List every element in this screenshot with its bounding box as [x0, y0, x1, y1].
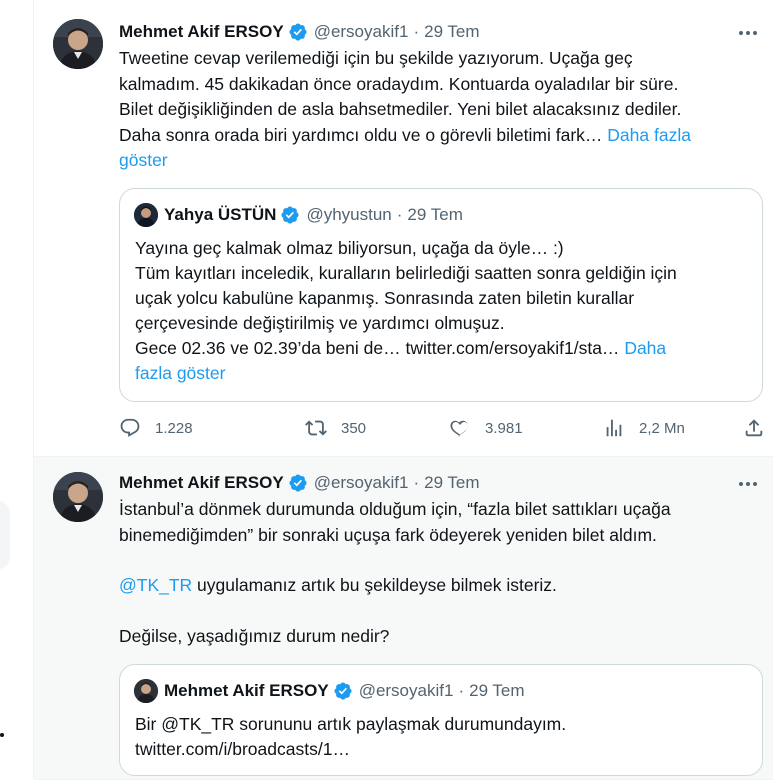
views-button[interactable]: 2,2 Mn: [603, 413, 685, 443]
like-button[interactable]: 3.981: [449, 413, 523, 443]
author-name: Mehmet Akif ERSOY: [164, 681, 329, 700]
text-line: çerçevesinde değiştirilmiş ve yardımcı o…: [135, 313, 505, 333]
verified-badge-icon: [289, 474, 307, 492]
avatar[interactable]: [53, 19, 103, 69]
text-line: Gece 02.36 ve 02.39’da beni de… twitter.…: [135, 336, 750, 361]
reply-icon: [120, 418, 140, 437]
text-fragment: Daha sonra orada biri yardımcı oldu ve o…: [119, 124, 603, 145]
tweet-text: İstanbul’a dönmek durumunda olduğum için…: [119, 497, 749, 649]
reply-button[interactable]: 1.228: [119, 413, 193, 443]
tweet-date[interactable]: 29 Tem: [424, 22, 479, 42]
tweet-header: Mehmet Akif ERSOY @ersoyakif1 · 29 Tem: [119, 20, 480, 44]
text-line: twitter.com/i/broadcasts/1…: [135, 739, 350, 759]
author-handle[interactable]: @ersoyakif1: [314, 22, 409, 42]
verified-badge-icon: [281, 206, 299, 224]
separator: ·: [396, 205, 403, 224]
tweet[interactable]: Mehmet Akif ERSOY @ersoyakif1 · 29 Tem İ…: [34, 457, 773, 780]
avatar: [134, 679, 158, 703]
text-line: İstanbul’a dönmek durumunda olduğum için…: [119, 499, 671, 519]
quoted-tweet-text: Yayına geç kalmak olmaz biliyorsun, uçağ…: [135, 236, 750, 386]
text-line: Yayına geç kalmak olmaz biliyorsun, uçağ…: [135, 238, 564, 258]
tweet-header: Mehmet Akif ERSOY @ersoyakif1 · 29 Tem: [119, 471, 480, 495]
separator: ·: [413, 22, 420, 41]
text-line: Tweetine cevap verilemediği için bu şeki…: [119, 48, 633, 68]
timeline-column: Mehmet Akif ERSOY @ersoyakif1 · 29 Tem T…: [33, 0, 773, 780]
text-line: binemediğimden” bir sonraki uçuşa fark ö…: [119, 524, 657, 545]
text-line: Değilse, yaşadığımız durum nedir?: [119, 625, 390, 646]
text-line: Tüm kayıtları inceledik, kuralların beli…: [135, 263, 677, 283]
avatar[interactable]: [53, 472, 103, 522]
quoted-tweet-header: Yahya ÜSTÜN @yhyustun · 29 Tem: [134, 203, 463, 227]
text-line: kalmadım. 45 dakikadan önce oradaydım. K…: [119, 73, 679, 94]
author-name[interactable]: Mehmet Akif ERSOY: [119, 473, 284, 493]
separator: ·: [413, 473, 420, 492]
tweet-date: 29 Tem: [469, 681, 525, 700]
more-icon[interactable]: [736, 472, 760, 496]
quoted-tweet-text: Bir @TK_TR sorununu artık paylaşmak duru…: [135, 712, 750, 762]
author-name[interactable]: Mehmet Akif ERSOY: [119, 22, 284, 42]
retweet-icon: [305, 420, 327, 436]
text-line: uçak yolcu kabulüne kapanmış. Sonrasında…: [135, 288, 635, 308]
left-sidebar-edge: [0, 0, 33, 779]
author-name: Yahya ÜSTÜN: [164, 205, 277, 224]
text-line: Bir @TK_TR sorununu artık paylaşmak duru…: [135, 714, 567, 734]
show-more-link[interactable]: Daha fazla: [607, 125, 691, 145]
retweet-count: 350: [341, 419, 367, 437]
reply-count: 1.228: [155, 419, 193, 437]
text-fragment: uygulamanız artık bu şekildeyse bilmek i…: [192, 575, 557, 595]
show-more-link[interactable]: Daha: [624, 338, 666, 358]
text-fragment: Gece 02.36 ve 02.39’da beni de… twitter.…: [135, 338, 620, 358]
quoted-tweet[interactable]: Mehmet Akif ERSOY @ersoyakif1 · 29 Tem B…: [119, 664, 763, 776]
more-icon[interactable]: [736, 21, 760, 45]
tweet[interactable]: Mehmet Akif ERSOY @ersoyakif1 · 29 Tem T…: [34, 0, 773, 457]
quoted-tweet-header: Mehmet Akif ERSOY @ersoyakif1 · 29 Tem: [134, 679, 525, 703]
show-more-link[interactable]: fazla göster: [135, 361, 750, 386]
tweet-text: Tweetine cevap verilemediği için bu şeki…: [119, 46, 749, 174]
verified-badge-icon: [334, 682, 352, 700]
text-line: Bilet değişikliğinden de asla bahsetmedi…: [119, 99, 682, 119]
views-count: 2,2 Mn: [639, 419, 685, 437]
author-handle[interactable]: @ersoyakif1: [314, 473, 409, 493]
tweet-date[interactable]: 29 Tem: [424, 473, 479, 493]
separator: ·: [458, 681, 465, 700]
action-bar: 1.228 350 3.981 2,2 Mn: [119, 413, 763, 443]
mention-link[interactable]: @TK_TR: [119, 575, 192, 595]
retweet-button[interactable]: 350: [305, 413, 366, 443]
like-icon: [450, 420, 468, 437]
text-line: Daha sonra orada biri yardımcı oldu ve o…: [119, 123, 749, 149]
show-more-link[interactable]: göster: [119, 148, 749, 174]
tweet-date: 29 Tem: [407, 205, 463, 224]
like-count: 3.981: [485, 419, 523, 437]
avatar: [134, 203, 158, 227]
share-button[interactable]: [743, 413, 773, 443]
sidebar-partial-element: [0, 500, 10, 570]
sidebar-dot: [0, 733, 4, 737]
views-icon: [606, 419, 622, 437]
text-line: @TK_TR uygulamanız artık bu şekildeyse b…: [119, 573, 749, 599]
quoted-tweet[interactable]: Yahya ÜSTÜN @yhyustun · 29 Tem Yayına ge…: [119, 188, 763, 402]
share-icon: [745, 419, 763, 437]
verified-badge-icon: [289, 23, 307, 41]
author-handle: @yhyustun: [306, 205, 392, 224]
author-handle: @ersoyakif1: [358, 681, 454, 700]
